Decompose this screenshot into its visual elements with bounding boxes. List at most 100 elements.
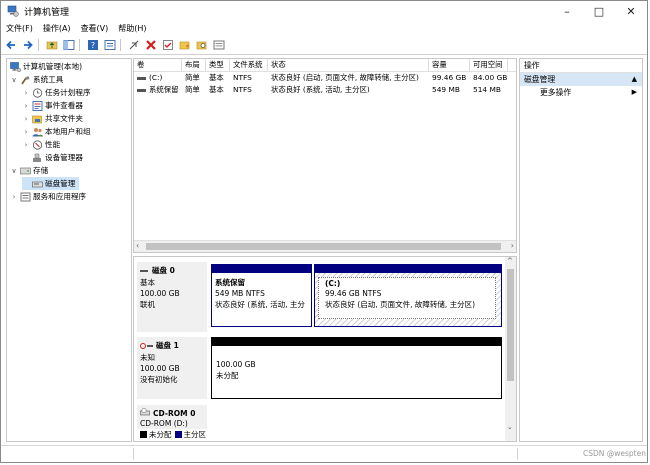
legend-swatch-primary: [174, 431, 182, 438]
volume-layout: 简单: [185, 85, 200, 94]
chevron-right-icon[interactable]: ›: [22, 128, 30, 136]
disk-name: CD-ROM 0: [153, 408, 196, 418]
tree-item-services-apps[interactable]: › 服务和应用程序: [10, 190, 86, 203]
scrollbar-thumb[interactable]: [507, 269, 514, 381]
table-row[interactable]: 系统保留 简单 基本 NTFS 状态良好 (系统, 活动, 主分区) 549 M…: [134, 84, 516, 96]
partition-status: 未分配: [216, 371, 239, 380]
tree-item-device-manager[interactable]: 设备管理器: [22, 151, 83, 164]
chevron-right-icon[interactable]: ›: [22, 115, 30, 123]
disk-legend: 未分配 主分区: [137, 429, 206, 440]
volume-filesystem: NTFS: [233, 73, 252, 82]
chevron-right-icon[interactable]: ›: [22, 141, 30, 149]
menu-help[interactable]: 帮助(H): [113, 23, 151, 34]
more-actions-label: 更多操作: [540, 88, 572, 97]
console-tree-icon[interactable]: [62, 38, 76, 52]
tree-item-computer-management[interactable]: 计算机管理(本地): [8, 60, 82, 73]
disk-1-label[interactable]: 磁盘 1 未知 100.00 GB 没有初始化: [137, 337, 207, 399]
tree-item-label: 服务和应用程序: [33, 192, 87, 201]
forward-arrow-icon[interactable]: [21, 38, 35, 52]
volume-icon: [137, 88, 146, 92]
services-icon: [20, 192, 31, 202]
tree-item-shared-folders[interactable]: › 共享文件夹: [22, 112, 83, 125]
chevron-right-icon[interactable]: ›: [10, 193, 18, 201]
actions-section-label: 磁盘管理: [524, 75, 556, 84]
tree-item-local-users[interactable]: › 本地用户和组: [22, 125, 91, 138]
tree-item-event-viewer[interactable]: › 事件查看器: [22, 99, 83, 112]
chevron-right-icon[interactable]: ›: [22, 102, 30, 110]
actions-pane: 操作 磁盘管理 ▲ 更多操作 ▶: [519, 58, 643, 442]
horizontal-scrollbar[interactable]: ‹ ›: [134, 240, 516, 252]
cdrom-0-label[interactable]: CD-ROM 0 CD-ROM (D:): [137, 405, 207, 429]
volume-list: 卷 布局 类型 文件系统 状态 容量 可用空间 (C:) 简单 基本 NTFS …: [133, 58, 517, 253]
shared-folder-icon: [32, 114, 43, 124]
partition-system-reserved[interactable]: 系统保留 549 MB NTFS 状态良好 (系统, 活动, 主分: [211, 264, 312, 327]
column-header-layout[interactable]: 布局: [182, 59, 206, 71]
folder-key-icon[interactable]: [178, 38, 192, 52]
chevron-right-icon[interactable]: ›: [22, 89, 30, 97]
scroll-right-arrow[interactable]: ›: [511, 241, 514, 250]
connect-icon[interactable]: [127, 38, 141, 52]
tree-item-system-tools[interactable]: ∨ 系统工具: [10, 73, 63, 86]
column-header-status[interactable]: 状态: [268, 59, 429, 71]
partition-status: 状态良好 (启动, 页面文件, 故障转储, 主分区): [325, 300, 476, 309]
close-button[interactable]: ✕: [615, 1, 647, 21]
column-header-capacity[interactable]: 容量: [429, 59, 470, 71]
volume-type: 基本: [209, 73, 224, 82]
menu-action[interactable]: 操作(A): [38, 23, 76, 34]
menu-file[interactable]: 文件(F): [1, 23, 38, 34]
back-arrow-icon[interactable]: [4, 38, 18, 52]
disk-0-label[interactable]: 磁盘 0 基本 100.00 GB 联机: [137, 262, 207, 332]
performance-icon: [32, 139, 43, 150]
users-icon: [32, 127, 43, 137]
tools-icon: [20, 75, 31, 85]
search-folder-icon[interactable]: [195, 38, 209, 52]
delete-icon[interactable]: [144, 38, 158, 52]
console-tree: 计算机管理(本地) ∨ 系统工具 › 任务计划程序 › 事件查看器 › 共享文件…: [6, 58, 132, 442]
toolbar: ?: [1, 36, 647, 55]
computer-management-icon: [7, 5, 19, 17]
legend-swatch-unallocated: [140, 431, 147, 438]
tree-item-label: 计算机管理(本地): [23, 62, 83, 71]
view-list-icon[interactable]: [212, 38, 226, 52]
tree-item-disk-management[interactable]: 磁盘管理: [22, 177, 80, 190]
properties-icon[interactable]: [103, 38, 117, 52]
chevron-down-icon[interactable]: ∨: [10, 167, 18, 175]
tree-item-label: 共享文件夹: [45, 114, 83, 123]
volume-capacity: 99.46 GB: [432, 73, 467, 82]
menu-view[interactable]: 查看(V): [76, 23, 114, 34]
tree-item-performance[interactable]: › 性能: [22, 138, 60, 151]
scroll-up-arrow[interactable]: ^: [507, 257, 513, 265]
partition-unallocated[interactable]: 100.00 GB 未分配: [211, 337, 502, 399]
up-folder-icon[interactable]: [45, 38, 59, 52]
tree-item-label: 存储: [33, 166, 49, 175]
maximize-button[interactable]: □: [583, 1, 615, 21]
scroll-left-arrow[interactable]: ‹: [136, 241, 139, 250]
volume-free-space: 84.00 GB: [473, 73, 508, 82]
collapse-triangle-icon[interactable]: ▲: [632, 73, 637, 86]
help-icon[interactable]: ?: [86, 38, 100, 52]
chevron-down-icon[interactable]: ∨: [10, 76, 18, 84]
vertical-scrollbar[interactable]: ^ ⌄: [505, 257, 516, 441]
volume-status: 状态良好 (系统, 活动, 主分区): [271, 85, 370, 94]
column-header-type[interactable]: 类型: [206, 59, 230, 71]
actions-section-disk-management[interactable]: 磁盘管理 ▲: [520, 73, 642, 86]
tree-item-label: 设备管理器: [45, 153, 83, 162]
disk-name: 磁盘 1: [156, 341, 179, 350]
column-header-free-space[interactable]: 可用空间: [470, 59, 508, 71]
volume-name: 系统保留: [149, 85, 179, 94]
scroll-down-arrow[interactable]: ⌄: [507, 423, 513, 431]
volume-list-header: 卷 布局 类型 文件系统 状态 容量 可用空间: [134, 59, 516, 72]
column-header-filesystem[interactable]: 文件系统: [230, 59, 268, 71]
partition-detail: 99.46 GB NTFS: [325, 289, 382, 298]
partition-c-drive[interactable]: (C:) 99.46 GB NTFS 状态良好 (启动, 页面文件, 故障转储,…: [314, 264, 502, 327]
watermark-text: CSDN @wespten: [583, 449, 646, 458]
table-row[interactable]: (C:) 简单 基本 NTFS 状态良好 (启动, 页面文件, 故障转储, 主分…: [134, 72, 516, 84]
tree-item-task-scheduler[interactable]: › 任务计划程序: [22, 86, 91, 99]
scrollbar-thumb[interactable]: [146, 243, 501, 250]
tree-item-storage[interactable]: ∨ 存储: [10, 164, 48, 177]
minimize-button[interactable]: –: [551, 1, 583, 21]
check-icon[interactable]: [161, 38, 175, 52]
partition-detail: 100.00 GB: [216, 360, 256, 369]
column-header-volume[interactable]: 卷: [134, 59, 182, 71]
more-actions-item[interactable]: 更多操作 ▶: [520, 86, 642, 99]
